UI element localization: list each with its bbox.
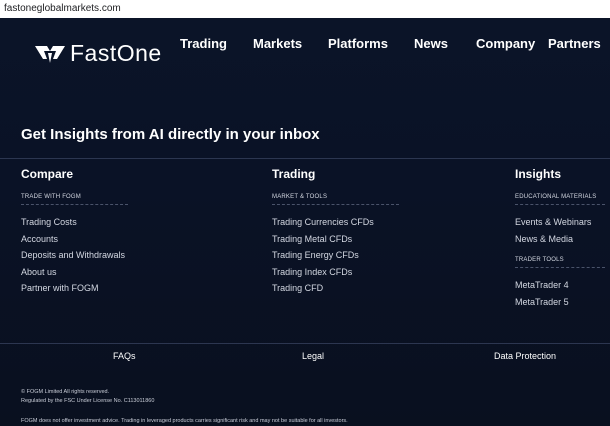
- column-title: Trading: [272, 167, 316, 181]
- link-list-trader-tools: MetaTrader 4 MetaTrader 5: [515, 277, 605, 310]
- main-nav: Trading Markets Platforms News Company P…: [0, 36, 610, 56]
- divider: [0, 158, 610, 159]
- disclaimer-text: FOGM does not offer investment advice. T…: [21, 418, 348, 424]
- page: FastOne Trading Markets Platforms News C…: [0, 18, 610, 426]
- link-data-protection[interactable]: Data Protection: [494, 351, 556, 361]
- link-trading-costs[interactable]: Trading Costs: [21, 214, 128, 231]
- link-list: Events & Webinars News & Media: [515, 214, 605, 247]
- column-title: Compare: [21, 167, 74, 181]
- newsletter-headline: Get Insights from AI directly in your in…: [21, 126, 320, 143]
- column-subtitle-trader-tools: TRADER TOOLS: [515, 257, 605, 268]
- link-trading-cfd[interactable]: Trading CFD: [272, 280, 399, 297]
- nav-trading[interactable]: Trading: [180, 36, 227, 51]
- copyright-text: © FOGM Limited All rights reserved.: [21, 389, 110, 395]
- column-subtitle: MARKET & TOOLS: [272, 194, 399, 205]
- nav-platforms[interactable]: Platforms: [328, 36, 388, 51]
- link-energy-cfds[interactable]: Trading Energy CFDs: [272, 247, 399, 264]
- link-accounts[interactable]: Accounts: [21, 231, 128, 248]
- nav-markets[interactable]: Markets: [253, 36, 302, 51]
- link-metatrader-5[interactable]: MetaTrader 5: [515, 294, 605, 311]
- link-about-us[interactable]: About us: [21, 264, 128, 281]
- nav-partners[interactable]: Partners: [548, 36, 601, 51]
- link-index-cfds[interactable]: Trading Index CFDs: [272, 264, 399, 281]
- nav-company[interactable]: Company: [476, 36, 535, 51]
- footer-column-compare: Compare TRADE WITH FOGM Trading Costs Ac…: [21, 167, 128, 297]
- link-currencies-cfds[interactable]: Trading Currencies CFDs: [272, 214, 399, 231]
- divider: [0, 343, 610, 344]
- address-bar[interactable]: fastoneglobalmarkets.com: [0, 0, 610, 18]
- link-legal[interactable]: Legal: [302, 351, 324, 361]
- site-header: FastOne Trading Markets Platforms News C…: [0, 18, 610, 88]
- link-list: Trading Costs Accounts Deposits and With…: [21, 214, 128, 297]
- column-title: Insights: [515, 167, 562, 181]
- nav-news[interactable]: News: [414, 36, 448, 51]
- footer-column-trading: Trading MARKET & TOOLS Trading Currencie…: [272, 167, 399, 297]
- regulation-text: Regulated by the FSC Under License No. C…: [21, 398, 155, 404]
- column-subtitle: EDUCATIONAL MATERIALS: [515, 194, 605, 205]
- link-metal-cfds[interactable]: Trading Metal CFDs: [272, 231, 399, 248]
- footer-column-insights: Insights EDUCATIONAL MATERIALS Events & …: [515, 167, 605, 310]
- link-faqs[interactable]: FAQs: [113, 351, 136, 361]
- url-text: fastoneglobalmarkets.com: [4, 3, 121, 14]
- link-deposits-withdrawals[interactable]: Deposits and Withdrawals: [21, 247, 128, 264]
- link-events-webinars[interactable]: Events & Webinars: [515, 214, 605, 231]
- link-partner[interactable]: Partner with FOGM: [21, 280, 128, 297]
- column-subtitle: TRADE WITH FOGM: [21, 194, 128, 205]
- link-list: Trading Currencies CFDs Trading Metal CF…: [272, 214, 399, 297]
- footer-links: FAQs Legal Data Protection: [0, 351, 610, 365]
- link-metatrader-4[interactable]: MetaTrader 4: [515, 277, 605, 294]
- link-news-media[interactable]: News & Media: [515, 231, 605, 248]
